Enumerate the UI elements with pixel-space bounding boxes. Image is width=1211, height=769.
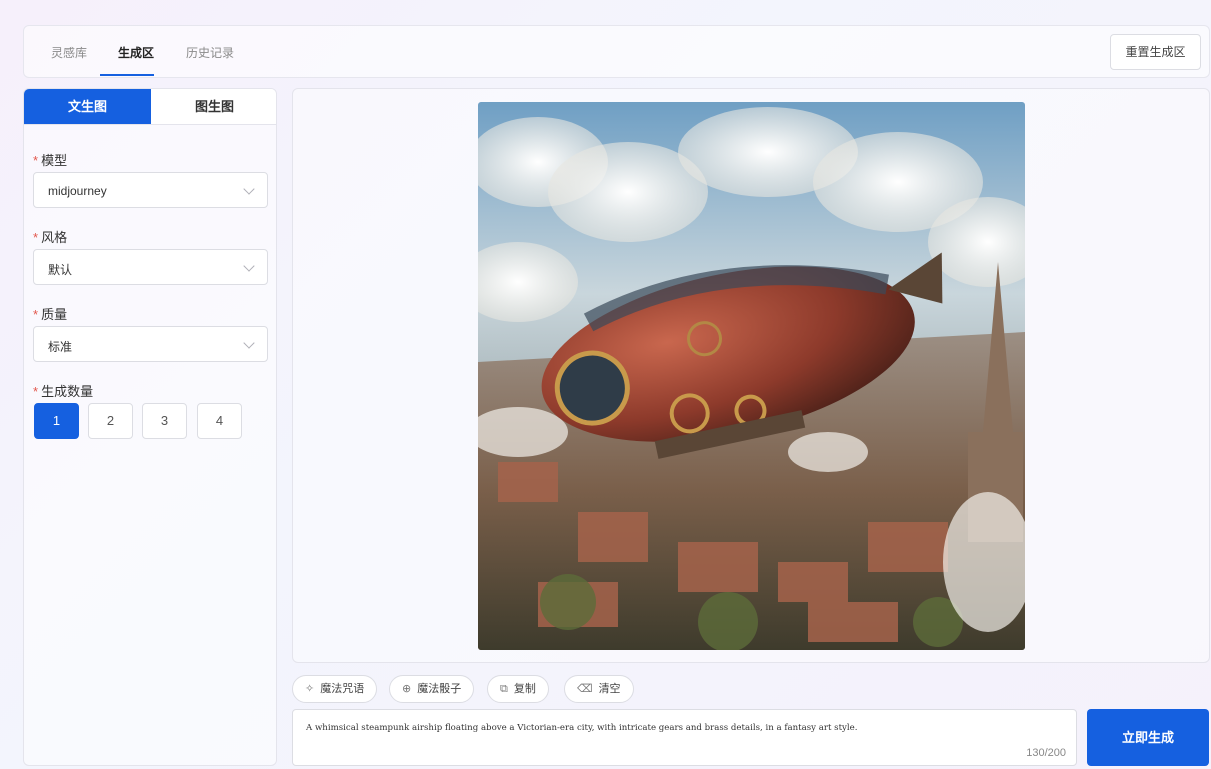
required-mark: * [33, 153, 39, 168]
chevron-down-icon [243, 183, 255, 195]
chevron-down-icon [243, 260, 255, 272]
quality-label: * 质量 [33, 304, 67, 323]
model-select-value: midjourney [48, 184, 107, 198]
airship-illustration [478, 102, 1025, 650]
magic-prompt-button[interactable]: ✧ 魔法咒语 [292, 675, 378, 703]
model-label: * 模型 [33, 150, 67, 169]
sparkle-icon: ✧ [305, 683, 315, 695]
style-label-text: 风格 [41, 230, 68, 245]
reset-generate-button[interactable]: 重置生成区 [1110, 34, 1201, 70]
tab-text-to-image[interactable]: 文生图 [24, 89, 151, 125]
count-option-3[interactable]: 3 [142, 403, 187, 439]
model-label-text: 模型 [41, 153, 68, 168]
magic-dice-button[interactable]: ⊕ 魔法骰子 [389, 675, 475, 703]
copy-label: 复制 [513, 683, 536, 695]
count-label: * 生成数量 [33, 381, 93, 400]
magic-dice-label: 魔法骰子 [417, 683, 462, 695]
model-select[interactable]: midjourney [33, 172, 268, 208]
count-option-2[interactable]: 2 [88, 403, 133, 439]
generated-image[interactable] [478, 102, 1025, 650]
dice-icon: ⊕ [402, 683, 412, 695]
trash-icon: ⌫ [577, 683, 593, 695]
prompt-input[interactable]: A whimsical steampunk airship floating a… [292, 709, 1077, 766]
required-mark: * [33, 307, 39, 322]
magic-prompt-label: 魔法咒语 [320, 683, 365, 695]
quality-select[interactable]: 标准 [33, 326, 268, 362]
active-tab-indicator [100, 74, 154, 76]
mode-tabs: 文生图 图生图 [24, 89, 276, 125]
quality-select-value: 标准 [48, 340, 73, 354]
tab-inspiration[interactable]: 灵感库 [51, 44, 87, 61]
copy-icon: ⧉ [500, 683, 508, 695]
clear-label: 清空 [598, 683, 621, 695]
prompt-char-counter: 130/200 [1026, 747, 1066, 759]
settings-panel: 文生图 图生图 * 模型 midjourney * 风格 默认 * 质量 标准 * 生成… [23, 88, 277, 766]
style-select-value: 默认 [48, 263, 73, 277]
chevron-down-icon [243, 337, 255, 349]
tab-history[interactable]: 历史记录 [186, 44, 234, 61]
tab-generate[interactable]: 生成区 [118, 44, 154, 61]
clear-button[interactable]: ⌫ 清空 [564, 675, 634, 703]
count-option-1[interactable]: 1 [34, 403, 79, 439]
style-label: * 风格 [33, 227, 67, 246]
style-select[interactable]: 默认 [33, 249, 268, 285]
copy-button[interactable]: ⧉ 复制 [487, 675, 549, 703]
count-label-text: 生成数量 [41, 384, 94, 399]
prompt-text: A whimsical steampunk airship floating a… [306, 723, 858, 733]
tab-image-to-image[interactable]: 图生图 [151, 89, 276, 125]
count-option-4[interactable]: 4 [197, 403, 242, 439]
generate-button[interactable]: 立即生成 [1087, 709, 1209, 766]
required-mark: * [33, 230, 39, 245]
quality-label-text: 质量 [41, 307, 68, 322]
required-mark: * [33, 384, 39, 399]
